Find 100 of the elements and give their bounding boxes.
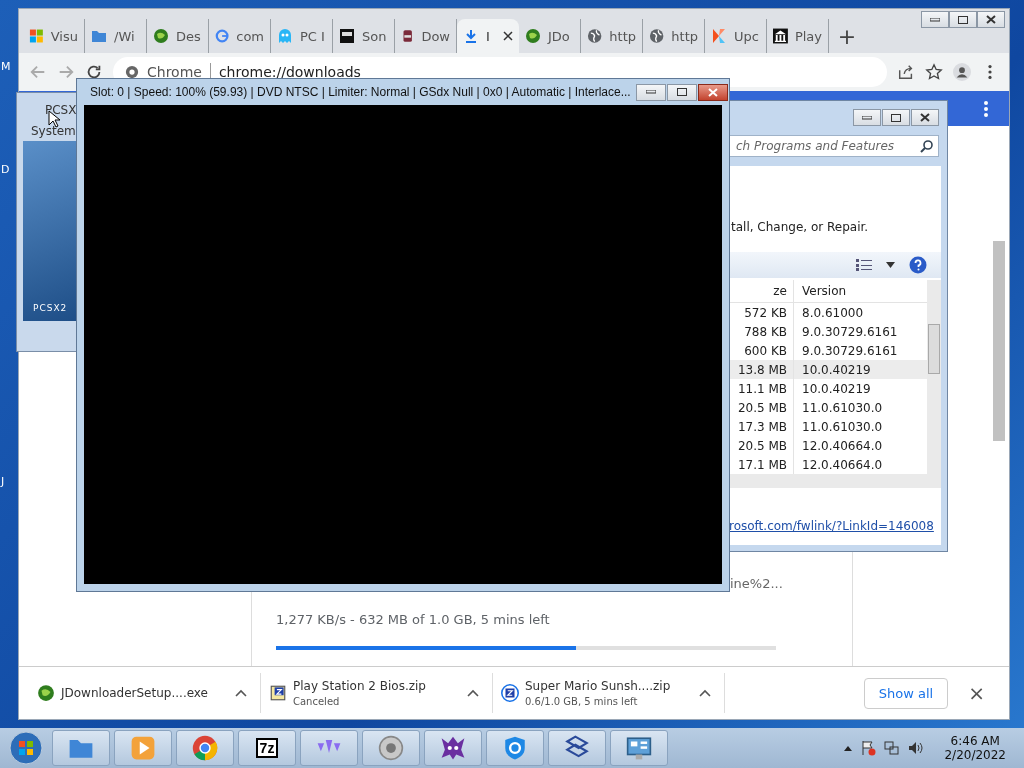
taskbar-app-button[interactable] xyxy=(548,730,606,766)
download-link[interactable]: ine%2... xyxy=(730,576,783,591)
logo-text: PCSX2 xyxy=(33,303,68,313)
show-all-button[interactable]: Show all xyxy=(863,677,949,709)
view-options-icon[interactable] xyxy=(856,259,872,271)
menu-item[interactable]: System xyxy=(31,124,76,138)
flag-icon[interactable] xyxy=(860,740,877,756)
scrollbar[interactable] xyxy=(927,280,941,474)
window-title: Slot: 0 | Speed: 100% (59.93) | DVD NTSC | Limiter: Normal | GSdx Null | 0x0 | Automatic | Interlace... xyxy=(90,85,631,99)
close-tab-icon[interactable] xyxy=(503,31,513,41)
app-icon xyxy=(192,735,218,761)
app-icon xyxy=(502,735,528,761)
maximize-button[interactable] xyxy=(882,109,910,126)
menu-icon[interactable] xyxy=(983,99,989,118)
tab-favicon-icon xyxy=(711,28,727,44)
dropdown-icon[interactable] xyxy=(886,262,895,268)
maximize-icon xyxy=(891,113,901,122)
taskbar-app-button[interactable] xyxy=(300,730,358,766)
tab-favicon-icon xyxy=(401,28,415,44)
volume-icon[interactable] xyxy=(908,740,925,756)
close-icon xyxy=(707,87,718,97)
chevron-up-icon[interactable] xyxy=(699,689,711,697)
close-icon xyxy=(986,15,996,24)
program-row[interactable]: 788 KB 9.0.30729.6161 xyxy=(729,322,927,341)
file-icon xyxy=(269,684,287,702)
program-row[interactable]: 17.3 MB 11.0.61030.0 xyxy=(729,417,927,436)
taskbar-app-button[interactable] xyxy=(52,730,110,766)
horizontal-scrollbar[interactable] xyxy=(729,474,941,488)
download-item[interactable]: Super Mario Sunsh....zip 0.6/1.0 GB, 5 mins left xyxy=(493,673,725,713)
file-icon xyxy=(501,684,519,702)
share-icon[interactable] xyxy=(897,63,915,81)
download-status: Canceled xyxy=(293,696,341,707)
tab-favicon-icon xyxy=(215,28,230,44)
app-icon xyxy=(626,735,652,761)
maximize-button[interactable] xyxy=(949,11,977,28)
tab-favicon-icon xyxy=(525,28,541,44)
program-row[interactable]: 572 KB 8.0.61000 xyxy=(729,303,927,322)
download-progress-text: 1,277 KB/s - 632 MB of 1.0 GB, 5 mins left xyxy=(276,612,550,627)
maximize-button[interactable] xyxy=(666,83,697,101)
minimize-icon xyxy=(862,115,872,120)
reload-icon[interactable] xyxy=(85,63,103,81)
browser-tab[interactable]: I xyxy=(457,19,519,53)
chevron-up-icon[interactable] xyxy=(235,689,247,697)
scrollbar-thumb[interactable] xyxy=(993,241,1005,441)
file-name: JDownloaderSetup....exe xyxy=(61,686,209,700)
download-item[interactable]: Play Station 2 Bios.zip Canceled xyxy=(261,673,493,713)
search-field[interactable]: ch Programs and Features xyxy=(729,135,939,157)
tab-favicon-icon xyxy=(649,28,665,44)
taskbar-app-button[interactable] xyxy=(486,730,544,766)
taskbar-app-button[interactable] xyxy=(176,730,234,766)
network-icon[interactable] xyxy=(884,740,901,756)
program-row[interactable]: 13.8 MB 10.0.40219 xyxy=(729,360,927,379)
star-icon[interactable] xyxy=(925,63,943,81)
tab-favicon-icon xyxy=(463,28,479,44)
program-row[interactable]: 20.5 MB 11.0.61030.0 xyxy=(729,398,927,417)
taskbar-app-button[interactable] xyxy=(424,730,482,766)
file-name: Play Station 2 Bios.zip xyxy=(293,679,427,693)
app-icon xyxy=(378,735,404,761)
show-hidden-icon[interactable] xyxy=(844,745,853,751)
tab-favicon-icon xyxy=(773,28,788,44)
app-logo: 7z xyxy=(255,738,279,758)
url-text: chrome://downloads xyxy=(218,64,361,80)
tab-favicon-icon xyxy=(587,28,603,44)
close-button[interactable] xyxy=(697,83,728,101)
instruction-text: tall, Change, or Repair. xyxy=(730,219,870,236)
file-icon xyxy=(37,684,55,702)
support-link[interactable]: rosoft.com/fwlink/?LinkId=146008 xyxy=(729,519,941,533)
program-row[interactable]: 11.1 MB 10.0.40219 xyxy=(729,379,927,398)
profile-icon[interactable] xyxy=(953,63,971,81)
help-icon[interactable] xyxy=(909,256,927,274)
column-header[interactable]: ze xyxy=(729,284,793,298)
download-status: 0.6/1.0 GB, 5 mins left xyxy=(525,696,639,707)
close-icon xyxy=(920,113,930,122)
maximize-icon xyxy=(958,15,968,24)
app-icon xyxy=(130,735,156,761)
tab-favicon-icon xyxy=(29,28,44,44)
search-icon[interactable] xyxy=(920,139,934,153)
close-button[interactable]: × xyxy=(962,680,991,706)
app-icon xyxy=(440,735,466,761)
tab-favicon-icon xyxy=(91,28,107,44)
taskbar-app-button[interactable]: 7z xyxy=(238,730,296,766)
clock[interactable]: 6:46 AM 2/20/2022 xyxy=(944,734,1006,762)
taskbar-app-button[interactable] xyxy=(610,730,668,766)
desktop-icon-label[interactable]: M xyxy=(1,60,11,73)
tab-favicon-icon xyxy=(339,28,355,44)
minimize-icon xyxy=(645,90,656,94)
column-header[interactable]: Version xyxy=(793,280,921,302)
chrome-logo-icon xyxy=(125,65,139,79)
new-tab-button[interactable]: + xyxy=(829,19,865,53)
tab-favicon-icon xyxy=(153,28,169,44)
chevron-up-icon[interactable] xyxy=(467,689,479,697)
download-item[interactable]: JDownloaderSetup....exe xyxy=(29,673,261,713)
close-button[interactable] xyxy=(977,11,1005,28)
program-row[interactable]: 20.5 MB 12.0.40664.0 xyxy=(729,436,927,455)
tab-favicon-icon xyxy=(277,28,293,44)
site-label: Chrome xyxy=(147,64,202,80)
taskbar-app-button[interactable] xyxy=(362,730,420,766)
desktop-icon-label[interactable]: J xyxy=(1,475,5,488)
desktop-icon-label[interactable]: D xyxy=(1,163,10,176)
close-button[interactable] xyxy=(911,109,939,126)
